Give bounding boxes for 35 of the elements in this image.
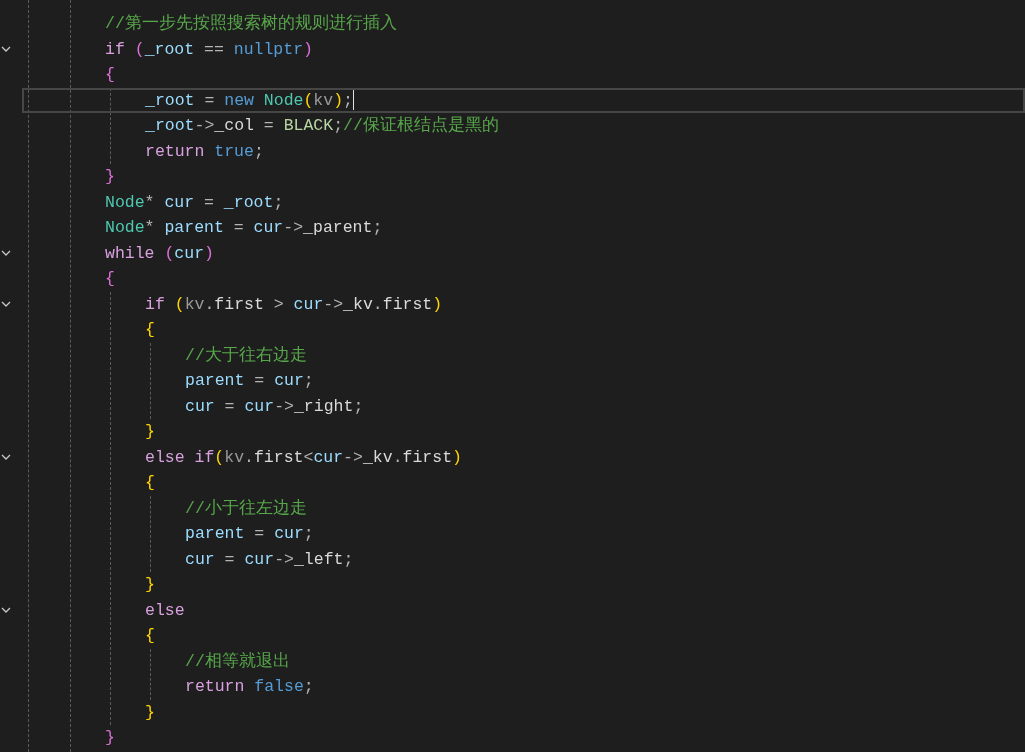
collapse-chevron-icon[interactable] <box>1 607 11 614</box>
collapse-chevron-icon[interactable] <box>1 454 11 461</box>
code-line: } <box>105 727 115 749</box>
code-line: cur = cur->_left; <box>185 548 354 571</box>
code-line: return true; <box>145 140 264 163</box>
code-line: if (kv.first > cur->_kv.first) <box>145 293 443 316</box>
code-line: while (cur) <box>105 242 214 265</box>
code-line: { <box>105 64 115 86</box>
collapse-chevron-icon[interactable] <box>1 250 11 257</box>
code-line: { <box>145 319 155 341</box>
code-line: } <box>105 166 115 188</box>
collapse-chevron-icon[interactable] <box>1 46 11 53</box>
code-line: parent = cur; <box>185 370 314 392</box>
code-line: Node* cur = _root; <box>105 191 284 214</box>
code-line: } <box>145 574 155 596</box>
code-line: cur = cur->_right; <box>185 395 364 418</box>
code-line: parent = cur; <box>185 523 314 545</box>
code-line: //小于往左边走 <box>185 497 307 520</box>
code-line: } <box>145 421 155 443</box>
code-line: { <box>105 268 115 290</box>
code-line: _root = new Node(kv); <box>145 89 353 112</box>
code-line: else if(kv.first<cur->_kv.first) <box>145 446 462 469</box>
code-line: //第一步先按照搜索树的规则进行插入 <box>105 13 397 35</box>
text-cursor <box>353 90 354 111</box>
code-line: if (_root == nullptr) <box>105 38 313 61</box>
collapse-chevron-icon[interactable] <box>1 301 11 308</box>
code-line: { <box>145 625 155 647</box>
code-line: else <box>145 599 185 622</box>
code-line: { <box>145 472 155 494</box>
code-line: return false; <box>185 676 314 698</box>
code-line: Node* parent = cur->_parent; <box>105 217 383 239</box>
code-line: //相等就退出 <box>185 650 290 673</box>
code-line: //大于往右边走 <box>185 344 307 367</box>
code-line: _root->_col = BLACK;//保证根结点是黑的 <box>145 115 499 137</box>
code-line: } <box>145 701 155 724</box>
